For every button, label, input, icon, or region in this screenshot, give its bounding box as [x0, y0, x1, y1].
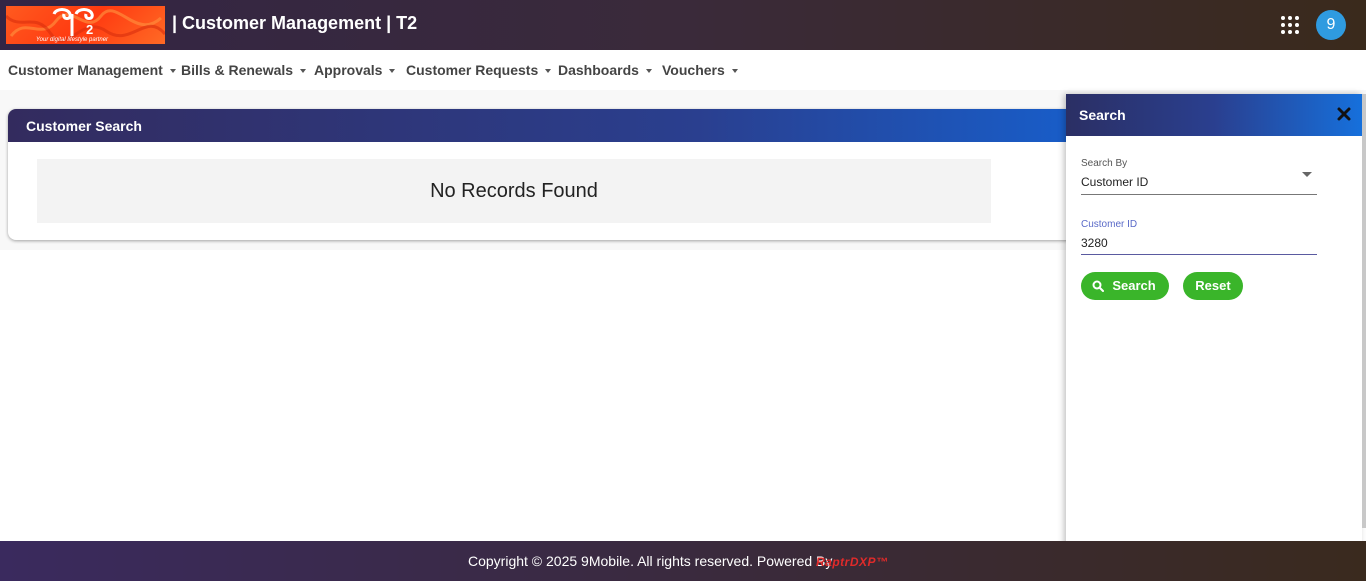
nav-item-customer-requests[interactable]: Customer Requests: [406, 62, 552, 78]
card-header: Customer Search: [8, 109, 1158, 142]
caret-down-icon: [169, 69, 176, 74]
nav-item-label: Customer Requests: [406, 62, 539, 78]
search-panel: Search Search By Customer ID Customer ID…: [1066, 94, 1362, 557]
search-by-select[interactable]: Customer ID: [1081, 175, 1148, 189]
customer-id-input[interactable]: 3280: [1081, 236, 1108, 250]
card-title: Customer Search: [26, 118, 142, 134]
search-button[interactable]: Search: [1081, 272, 1169, 300]
customer-id-underline: [1081, 254, 1317, 255]
powered-by-brand[interactable]: RaptrDXP™: [816, 555, 889, 569]
panel-scrollbar[interactable]: [1362, 94, 1366, 528]
empty-results-message: No Records Found: [37, 159, 991, 223]
search-panel-title: Search: [1079, 107, 1126, 123]
search-by-label: Search By: [1081, 158, 1128, 169]
search-panel-header: Search: [1066, 94, 1362, 136]
page-title: | Customer Management | T2: [172, 13, 418, 33]
app-footer: Copyright © 2025 9Mobile. All rights res…: [0, 541, 1366, 581]
chevron-down-icon[interactable]: [1302, 172, 1312, 177]
app-header: 2 Your digital lifestyle partner | Custo…: [0, 0, 1366, 50]
search-icon: [1092, 280, 1104, 292]
nav-item-vouchers[interactable]: Vouchers: [662, 62, 738, 78]
apps-grid-icon[interactable]: [1281, 16, 1299, 34]
main-nav: Customer Management Bills & Renewals App…: [0, 50, 1366, 90]
nav-item-label: Vouchers: [662, 62, 725, 78]
nav-item-label: Approvals: [314, 62, 383, 78]
nav-item-approvals[interactable]: Approvals: [314, 62, 396, 78]
search-by-underline: [1081, 194, 1317, 195]
nav-item-label: Dashboards: [558, 62, 639, 78]
customer-id-label: Customer ID: [1081, 219, 1138, 230]
logo-tagline: Your digital lifestyle partner: [36, 37, 109, 43]
copyright-text: Copyright © 2025 9Mobile. All rights res…: [468, 553, 833, 569]
caret-down-icon: [389, 69, 396, 74]
customer-search-card: Customer Search No Records Found: [8, 109, 1158, 240]
caret-down-icon: [300, 69, 307, 74]
nav-item-bills-renewals[interactable]: Bills & Renewals: [181, 62, 307, 78]
close-icon[interactable]: [1336, 106, 1352, 122]
nav-item-label: Customer Management: [8, 62, 163, 78]
caret-down-icon: [645, 69, 652, 74]
nav-item-customer-management[interactable]: Customer Management: [8, 62, 176, 78]
svg-text:2: 2: [86, 22, 93, 37]
caret-down-icon: [545, 69, 552, 74]
user-avatar[interactable]: 9: [1316, 10, 1346, 40]
brand-logo[interactable]: 2 Your digital lifestyle partner: [6, 6, 165, 44]
reset-button[interactable]: Reset: [1183, 272, 1243, 300]
caret-down-icon: [731, 69, 738, 74]
nav-item-dashboards[interactable]: Dashboards: [558, 62, 652, 78]
search-button-label: Search: [1112, 278, 1156, 293]
nav-item-label: Bills & Renewals: [181, 62, 294, 78]
